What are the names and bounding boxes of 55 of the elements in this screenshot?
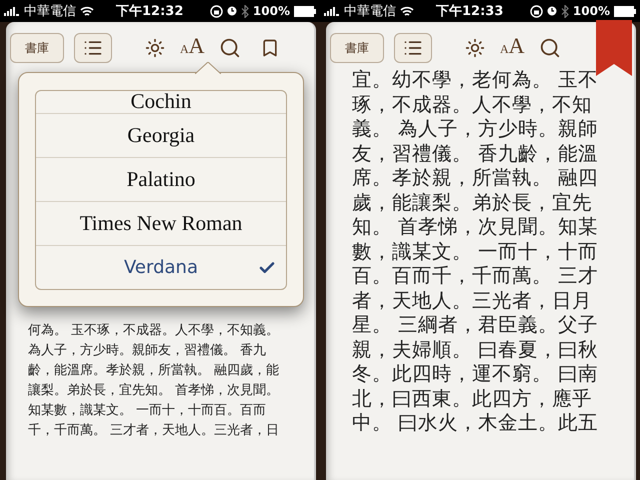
book-text-line: 百。百而千，千而萬。 三才: [352, 264, 600, 288]
carrier-name: 中華電信: [344, 3, 396, 20]
brightness-icon: [465, 38, 485, 58]
book-text-line: 千，千而萬。 三才者，天地人。三光者，日: [28, 422, 280, 440]
bluetooth-icon: [240, 4, 249, 18]
font-option[interactable]: Palatino: [36, 156, 286, 200]
contents-button[interactable]: [74, 33, 112, 63]
font-option[interactable]: Verdana: [36, 244, 286, 288]
wifi-icon: [80, 6, 94, 16]
book-text-line: 齡，能溫席。孝於親，所當執。 融四歲，能: [28, 362, 280, 380]
signal-icon: [324, 6, 340, 16]
font-option[interactable]: Georgia: [36, 112, 286, 156]
search-icon: [538, 37, 561, 59]
brightness-icon: [145, 38, 165, 58]
book-text-line: 者，天地人。三光者，日月: [352, 288, 593, 313]
rotation-lock-icon: [210, 4, 223, 18]
book-text-line: 琢，不成器。人不學，不知: [352, 92, 593, 117]
font-button[interactable]: AA: [500, 33, 525, 63]
search-icon: [218, 37, 241, 59]
book-text-line: 冬。此四時，運不窮。 曰南: [352, 362, 600, 386]
book-text-line: 讓梨。弟於長，宜先知。 首孝悌，次見聞。: [28, 382, 280, 400]
wifi-icon: [400, 6, 414, 16]
signal-icon: [4, 6, 20, 16]
library-button[interactable]: 書庫: [10, 33, 64, 63]
book-text-line: 知。 首孝悌，次見聞。知某: [352, 215, 600, 240]
book-text-line: 北，曰西東。此四方，應乎: [352, 386, 593, 411]
font-button[interactable]: AA: [180, 33, 205, 63]
book-text-line: 友，習禮儀。 香九齡，能溫: [352, 142, 600, 166]
book-text-line: 席。孝於親，所當執。 融四: [352, 166, 600, 190]
book-text-line: 為人子，方少時。親師友，習禮儀。 香九: [28, 342, 268, 360]
battery-percent: 100%: [572, 4, 610, 18]
book-text-line: 知某數，識某文。 一而十，十而百。百而: [28, 402, 268, 420]
book-text-line: 宜。幼不學，老何為。 玉不: [352, 68, 600, 92]
book-text-line: 親，夫婦順。 曰春夏，曰秋: [352, 338, 600, 362]
bookmark-ribbon[interactable]: [596, 20, 632, 76]
rotation-lock-icon: [530, 4, 543, 18]
library-button[interactable]: 書庫: [330, 33, 384, 63]
font-option[interactable]: Times New Roman: [36, 200, 286, 244]
bluetooth-icon: [560, 4, 569, 18]
clock-time: 下午12:33: [436, 3, 504, 20]
clock-time: 下午12:32: [116, 3, 184, 20]
alarm-icon: [546, 6, 557, 16]
book-text-line: 義。 為人子，方少時。親師: [352, 117, 600, 142]
book-text-line: 中。 曰水火，木金土。此五: [352, 411, 600, 436]
contents-button[interactable]: [394, 33, 432, 63]
battery-icon: [614, 6, 636, 16]
carrier-name: 中華電信: [24, 3, 76, 20]
book-text-line: 何為。 玉不琢，不成器。人不學，不知義。: [28, 322, 280, 340]
alarm-icon: [226, 6, 237, 16]
battery-percent: 100%: [252, 4, 290, 18]
font-option[interactable]: Cochin: [36, 90, 286, 112]
battery-icon: [294, 6, 316, 16]
book-text-line: 數，識某文。 一而十，十而: [352, 240, 600, 264]
book-text-line: 星。 三綱者，君臣義。父子: [352, 313, 600, 338]
book-text-line: 歲，能讓梨。弟於長，宜先: [352, 190, 593, 215]
